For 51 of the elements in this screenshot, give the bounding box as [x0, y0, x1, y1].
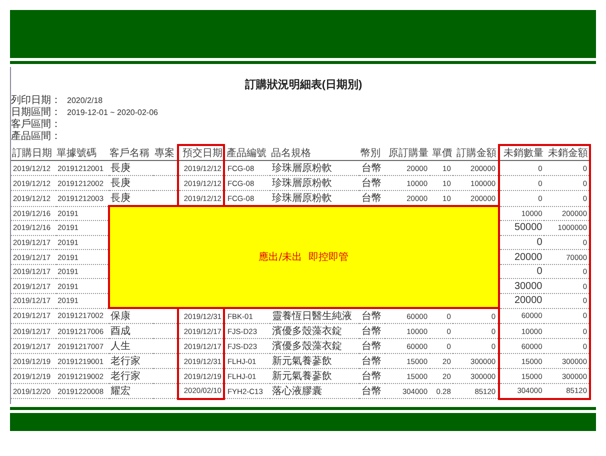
table-cell: 靈養恆日醫生純液	[270, 308, 360, 324]
filter-label: 日期區間：	[11, 106, 61, 118]
table-cell: 台幣	[359, 354, 385, 369]
table-cell: 長庚	[108, 176, 154, 190]
table-cell: 新元氣養蔘飲	[270, 354, 360, 369]
table-cell: 老行家	[108, 368, 154, 384]
table-cell: 人生	[108, 338, 154, 354]
table-cell: 耀宏	[108, 384, 154, 399]
column-header: 訂購日期	[11, 145, 56, 160]
column-header: 品名規格	[270, 145, 360, 160]
filter-value: 2019-12-01 ~ 2020-02-06	[67, 108, 158, 116]
column-header: 專案	[153, 145, 178, 160]
table-cell: 珍珠層原粉軟	[270, 160, 360, 176]
callout-box: 應出/未出 即控即管	[108, 206, 499, 308]
column-header: 產品編號	[224, 145, 270, 160]
table-cell: 台幣	[359, 308, 385, 324]
column-header: 單價	[430, 145, 453, 160]
table-cell: 珍珠層原粉軟	[270, 176, 360, 190]
table-cell: 0	[498, 264, 544, 279]
column-header: 原訂購量	[384, 145, 430, 160]
table-cell: 保康	[108, 308, 154, 324]
filter-label: 客戶區間：	[11, 118, 61, 130]
column-header: 訂購金額	[452, 145, 499, 160]
filter-label: 列印日期：	[11, 94, 61, 106]
table-cell: 20000	[498, 294, 544, 308]
filter-label: 產品區間：	[11, 130, 61, 143]
column-header: 預交日期	[178, 145, 224, 160]
table-cell: 台幣	[359, 176, 385, 190]
table-cell: 台幣	[359, 324, 385, 339]
filter-value: 2020/2/18	[67, 96, 103, 104]
table-cell: 台幣	[359, 384, 385, 399]
table-cell: 20000	[498, 250, 544, 264]
column-header: 幣別	[359, 145, 385, 160]
table-cell: 長庚	[108, 160, 154, 176]
table-cell: 酉成	[108, 324, 154, 339]
column-header: 未銷金額	[544, 145, 590, 160]
table-cell: 50000	[498, 220, 544, 236]
column-header: 未銷數量	[498, 145, 544, 160]
table-cell: 0	[498, 235, 544, 250]
table-cell: 濱優多殼藻衣錠	[270, 324, 360, 339]
table-cell: 30000	[498, 278, 544, 294]
table-cell: 新元氣養蔘飲	[270, 368, 360, 384]
table-cell: 老行家	[108, 354, 154, 369]
table-cell: 台幣	[359, 368, 385, 384]
column-header: 客戶名稱	[108, 145, 154, 160]
table-cell: 落心液膠囊	[270, 384, 360, 399]
table-cell: 台幣	[359, 338, 385, 354]
column-header: 單據號碼	[56, 145, 109, 160]
table-cell: 濱優多殼藻衣錠	[270, 338, 360, 354]
report-title: 訂購狀況明細表(日期別)	[244, 78, 364, 92]
table-cell: 台幣	[359, 160, 385, 176]
